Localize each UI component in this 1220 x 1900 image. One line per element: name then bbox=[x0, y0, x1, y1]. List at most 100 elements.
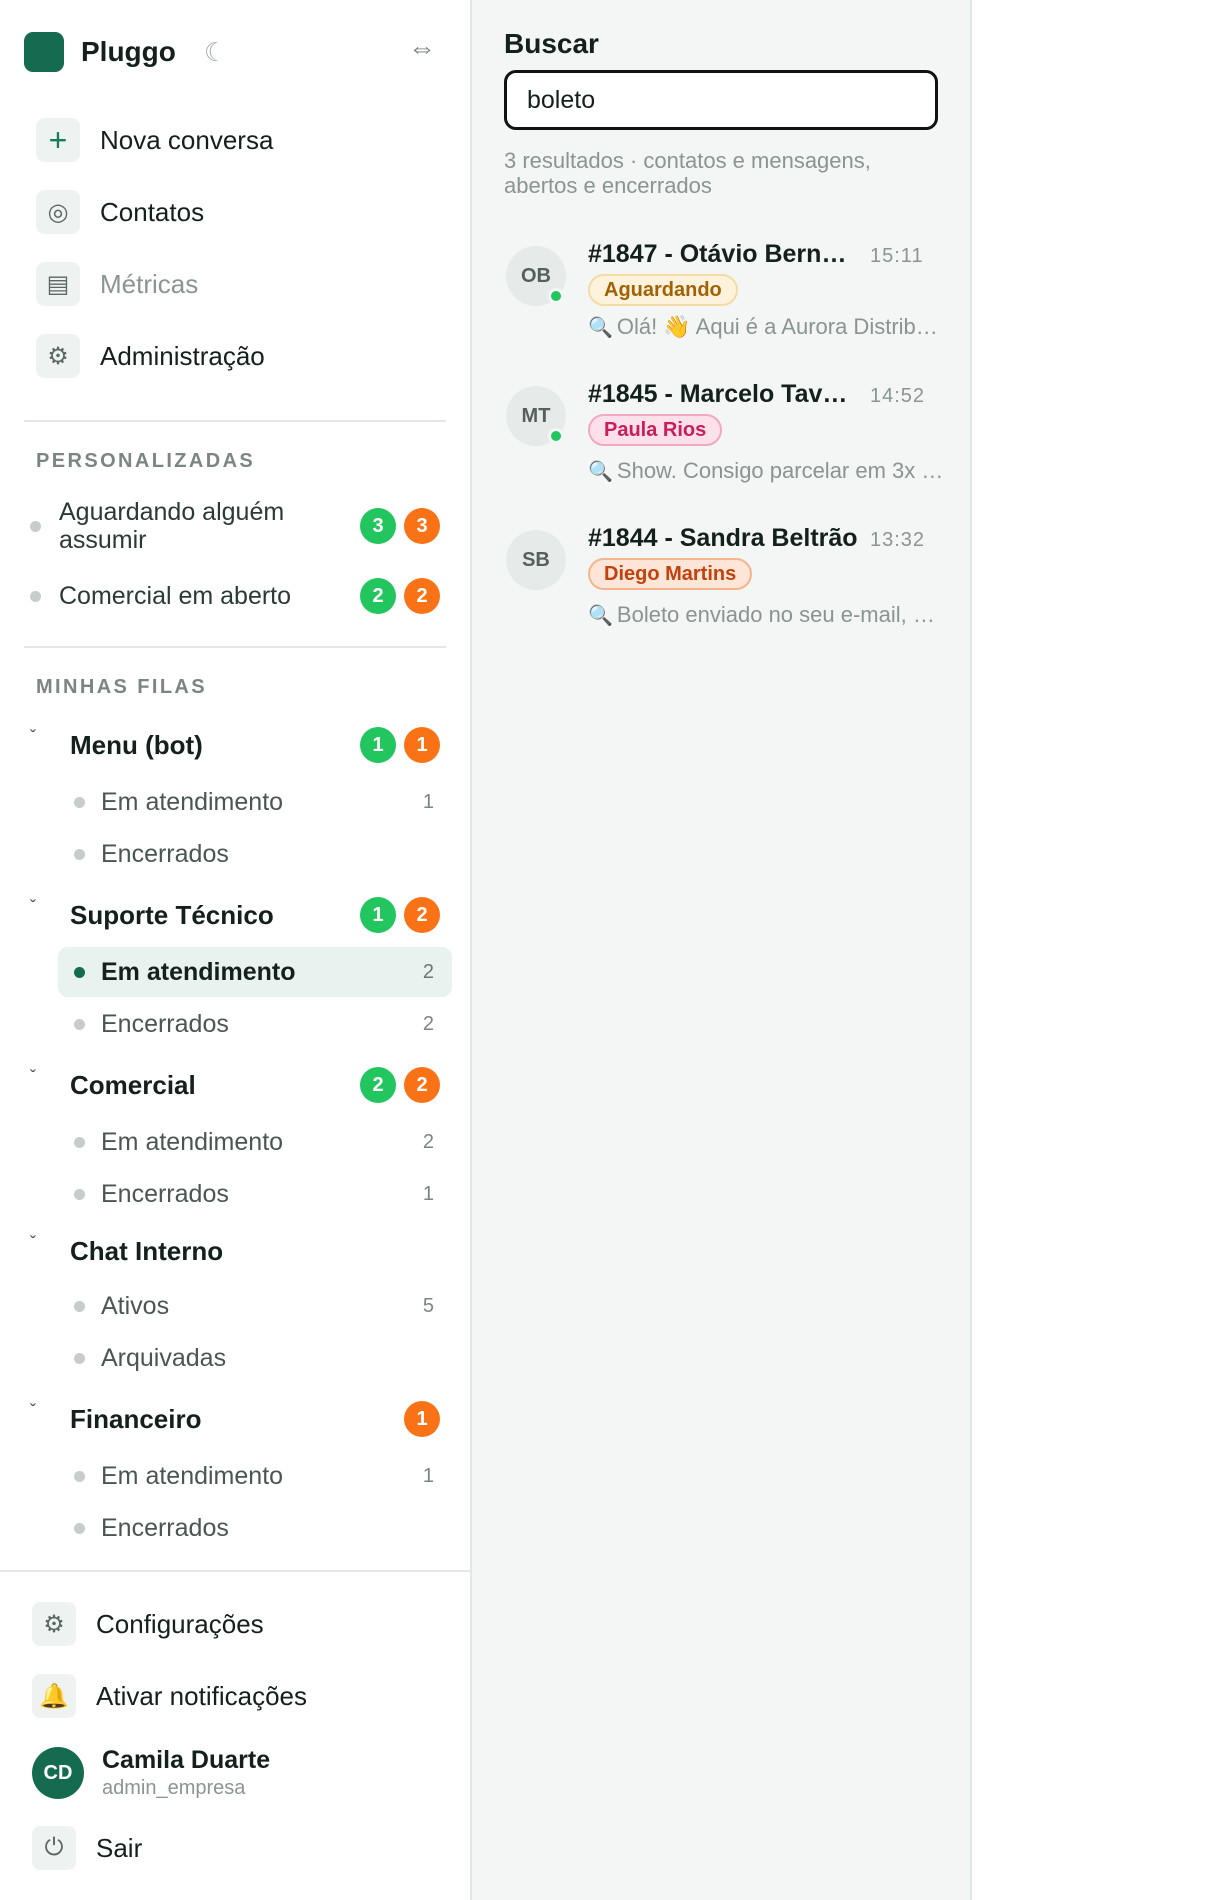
nav-item-contatos[interactable]: ◎ Contatos bbox=[36, 190, 204, 234]
badge-group: 1 2 bbox=[360, 897, 440, 933]
sub-item-label: Em atendimento bbox=[101, 1127, 284, 1156]
result-preview: 🔍Show. Consigo parcelar em 3x no boleto? bbox=[588, 458, 944, 484]
nav-item-nova-conversa[interactable]: + Nova conversa bbox=[36, 118, 273, 162]
queue-sub-item[interactable]: Em atendimento 2 bbox=[58, 1117, 452, 1167]
queue-comercial[interactable]: ˇ Comercial 2 2 bbox=[30, 1065, 440, 1105]
bullet-dot bbox=[74, 1136, 85, 1148]
queue-sub-item[interactable]: Encerrados bbox=[58, 829, 452, 879]
sub-item-count: 1 bbox=[422, 1182, 434, 1205]
notifications-button[interactable]: 🔔 Ativar notificações bbox=[32, 1674, 307, 1718]
bullet-dot bbox=[30, 520, 41, 532]
collapse-sidebar-icon[interactable]: ⇔ bbox=[408, 34, 436, 62]
sub-item-label: Em atendimento bbox=[101, 957, 296, 986]
chevron-down-icon: ˇ bbox=[30, 896, 36, 917]
bullet-dot bbox=[74, 848, 85, 860]
user-text: Camila Duarte admin_empresa bbox=[102, 1746, 270, 1800]
queue-sub-item[interactable]: Encerrados 1 bbox=[58, 1169, 452, 1219]
queue-name: Menu (bot) bbox=[70, 729, 203, 760]
search-input[interactable] bbox=[504, 70, 938, 130]
brand: Pluggo ☾ bbox=[24, 32, 227, 72]
sub-item-label: Encerrados bbox=[101, 1513, 229, 1542]
count-badge-green: 2 bbox=[360, 578, 396, 614]
nav-label: Administração bbox=[100, 340, 265, 371]
queue-sub-item[interactable]: Arquivadas bbox=[58, 1333, 452, 1383]
queue-financeiro[interactable]: ˇ Financeiro 1 bbox=[30, 1399, 440, 1439]
count-badge-orange: 2 bbox=[404, 1067, 440, 1103]
sub-item-count: 2 bbox=[422, 1130, 434, 1153]
count-badge-orange: 1 bbox=[404, 727, 440, 763]
brand-logo bbox=[24, 32, 64, 72]
divider bbox=[0, 1570, 470, 1572]
search-result[interactable]: SB #1844 - Sandra Beltrão 13:32 Diego Ma… bbox=[496, 524, 948, 644]
queue-sub-item[interactable]: Encerrados bbox=[58, 1503, 452, 1553]
result-preview: 🔍 Boleto enviado no seu e-mail, confira bbox=[588, 602, 944, 628]
count-badge-orange: 2 bbox=[404, 578, 440, 614]
bullet-dot bbox=[74, 1352, 85, 1364]
user-profile[interactable]: CD Camila Duarte admin_empresa bbox=[32, 1746, 270, 1800]
bullet-dot bbox=[30, 590, 41, 602]
avatar: CD bbox=[32, 1747, 84, 1799]
queue-sub-item[interactable]: Ativos 5 bbox=[58, 1281, 452, 1331]
queue-sub-item-active[interactable]: Em atendimento 2 bbox=[58, 947, 452, 997]
result-preview-text: Boleto enviado no seu e-mail, confira bbox=[616, 602, 944, 627]
section-title-personalizadas: PERSONALIZADAS bbox=[36, 450, 256, 472]
queue-sub-item[interactable]: Em atendimento 1 bbox=[58, 777, 452, 827]
divider bbox=[24, 646, 446, 648]
queue-name: Suporte Técnico bbox=[70, 899, 274, 930]
moon-icon[interactable]: ☾ bbox=[204, 39, 227, 65]
result-preview-text: Show. Consigo parcelar em 3x no boleto? bbox=[616, 458, 944, 483]
result-time: 13:32 bbox=[870, 529, 926, 551]
sub-item-label: Em atendimento bbox=[101, 787, 284, 816]
custom-view-aguardando[interactable]: Aguardando alguém assumir 3 3 bbox=[30, 498, 440, 554]
bullet-dot bbox=[74, 1300, 85, 1312]
sub-item-count: 1 bbox=[422, 790, 434, 813]
logout-button[interactable]: ⏻ Sair bbox=[32, 1826, 142, 1870]
queue-menu-bot[interactable]: ˇ Menu (bot) 1 1 bbox=[30, 725, 440, 765]
bell-icon: 🔔 bbox=[32, 1674, 76, 1718]
bullet-dot bbox=[74, 1018, 85, 1030]
queue-sub-item[interactable]: Encerrados 2 bbox=[58, 999, 452, 1049]
brand-name: Pluggo bbox=[81, 36, 176, 67]
count-badge-green: 3 bbox=[360, 508, 396, 544]
search-icon: 🔍 bbox=[588, 317, 613, 339]
nav-item-metricas[interactable]: ▤ Métricas bbox=[36, 262, 198, 306]
queue-name: Comercial bbox=[70, 1069, 196, 1100]
agent-badge: Diego Martins bbox=[588, 558, 753, 590]
sub-item-label: Arquivadas bbox=[101, 1343, 227, 1372]
search-result[interactable]: OB #1847 - Otávio Bernardes 15:11 Aguard… bbox=[496, 240, 948, 360]
sub-item-count: 2 bbox=[422, 960, 434, 983]
count-badge-green: 1 bbox=[360, 897, 396, 933]
queue-suporte-tecnico[interactable]: ˇ Suporte Técnico 1 2 bbox=[30, 895, 440, 935]
nav-item-administracao[interactable]: ⚙ Administração bbox=[36, 334, 265, 378]
list-icon: ▤ bbox=[36, 262, 80, 306]
result-title: #1847 - Otávio Bernardes bbox=[588, 240, 858, 268]
custom-view-comercial[interactable]: Comercial em aberto 2 2 bbox=[30, 578, 440, 614]
search-result[interactable]: MT #1845 - Marcelo Tavares 14:52 Paula R… bbox=[496, 380, 948, 500]
queue-name: Chat Interno bbox=[70, 1235, 224, 1266]
count-badge-green: 2 bbox=[360, 1067, 396, 1103]
chevron-down-icon: ˇ bbox=[30, 1066, 36, 1087]
queue-name: Financeiro bbox=[70, 1403, 202, 1434]
sub-item-label: Encerrados bbox=[101, 839, 229, 868]
logout-label: Sair bbox=[96, 1832, 143, 1863]
avatar: SB bbox=[506, 530, 566, 590]
bullet-dot bbox=[74, 796, 85, 808]
badge-group: 3 3 bbox=[360, 508, 440, 544]
badge-group: 2 2 bbox=[360, 1067, 440, 1103]
power-icon: ⏻ bbox=[32, 1826, 76, 1870]
search-panel: Buscar 3 resultados · contatos e mensage… bbox=[472, 0, 972, 1900]
bullet-dot bbox=[74, 1522, 85, 1534]
result-preview-text: Olá! 👋 Aqui é a Aurora Distribuidora bbox=[616, 314, 944, 339]
bullet-dot bbox=[74, 966, 85, 978]
queue-sub-item[interactable]: Em atendimento 1 bbox=[58, 1451, 452, 1501]
section-title-minhas-filas: MINHAS FILAS bbox=[36, 676, 208, 698]
bullet-dot bbox=[74, 1470, 85, 1482]
result-title: #1845 - Marcelo Tavares bbox=[588, 380, 858, 408]
queue-chat-interno[interactable]: ˇ Chat Interno bbox=[30, 1231, 440, 1271]
result-preview: 🔍 Olá! 👋 Aqui é a Aurora Distribuidora bbox=[588, 314, 944, 340]
plus-icon: + bbox=[36, 118, 80, 162]
notifications-label: Ativar notificações bbox=[96, 1680, 307, 1711]
count-badge-green: 1 bbox=[360, 727, 396, 763]
settings-button[interactable]: ⚙ Configurações bbox=[32, 1602, 264, 1646]
sub-item-count: 1 bbox=[422, 1464, 434, 1487]
